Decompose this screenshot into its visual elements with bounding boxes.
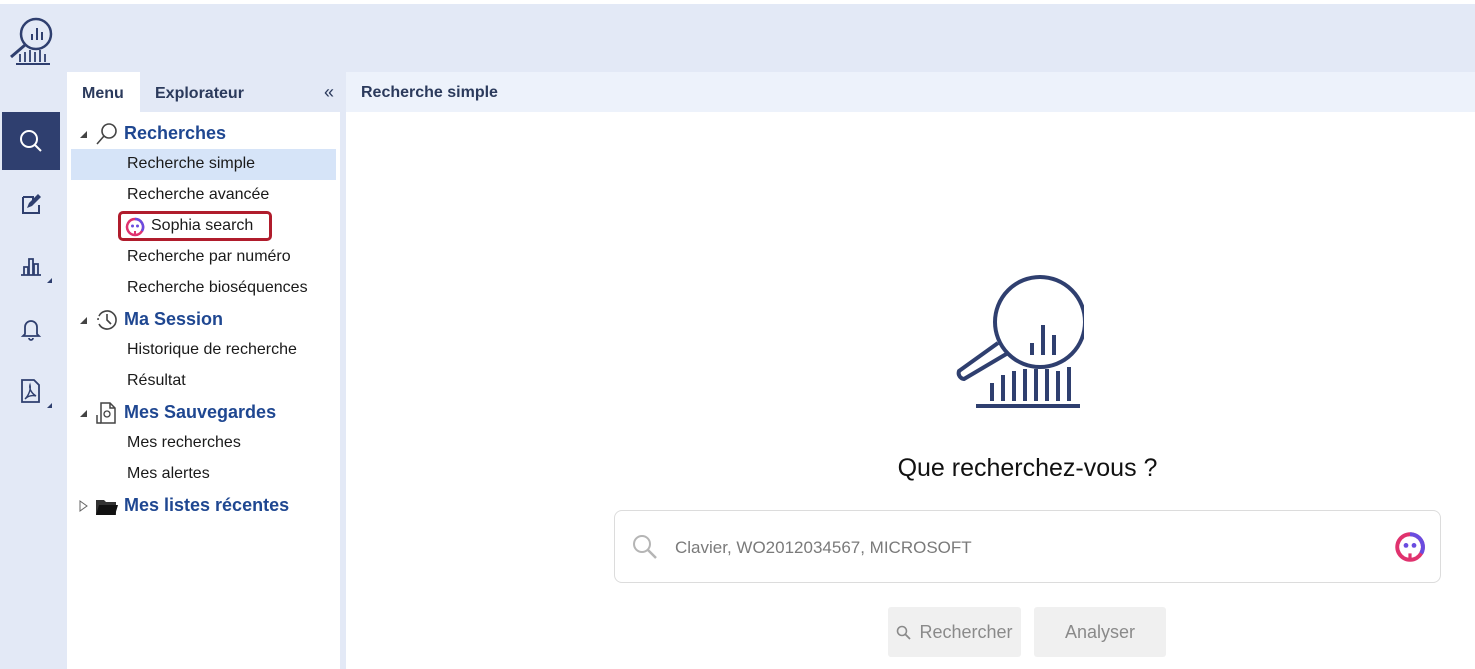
search-prompt-heading: Que recherchez-vous ? [897, 454, 1158, 482]
main-content: Recherche simple Que recherchez-vous ? C… [346, 72, 1475, 669]
menu-item-label: Sophia search [151, 217, 254, 234]
history-clock-icon [97, 310, 117, 330]
collapse-panel-button[interactable]: « [324, 82, 334, 103]
collapsed-arrow-icon[interactable] [79, 500, 88, 512]
menu-item-historique[interactable]: Historique de recherche [71, 335, 336, 366]
menu-item-label: Recherche bioséquences [127, 279, 308, 296]
folder-icon [96, 500, 118, 515]
menu-item-label: Historique de recherche [127, 341, 297, 358]
menu-item-label: Mes alertes [127, 465, 210, 482]
menu-item-recherche-biosequences[interactable]: Recherche bioséquences [71, 273, 336, 304]
menu-item-recherche-simple[interactable]: Recherche simple [71, 149, 336, 180]
menu-item-mes-recherches[interactable]: Mes recherches [71, 428, 336, 459]
edit-document-icon [22, 194, 41, 214]
sophia-icon[interactable] [1394, 531, 1426, 563]
tree-group-label: Recherches [124, 123, 227, 143]
menu-item-label: Mes recherches [127, 434, 241, 451]
tab-recherche-simple[interactable]: Recherche simple [361, 84, 498, 102]
tab-explorateur[interactable]: Explorateur [155, 72, 244, 112]
expanded-arrow-icon[interactable] [79, 130, 88, 139]
pdf-icon [21, 379, 40, 403]
tree-group-label: Mes listes récentes [124, 495, 290, 515]
saved-document-icon [96, 402, 116, 424]
menu-item-label: Recherche avancée [127, 186, 270, 203]
tab-menu[interactable]: Menu [67, 72, 140, 112]
search-icon [20, 130, 42, 152]
expanded-arrow-icon[interactable] [79, 409, 88, 418]
rail-search-button[interactable] [2, 112, 60, 170]
submenu-indicator-icon [47, 403, 52, 408]
search-icon [897, 625, 912, 640]
sophia-icon [125, 217, 145, 237]
analyse-button-label: Analyser [1064, 621, 1136, 642]
content-tab-bar: Recherche simple [346, 72, 1475, 112]
bar-chart-icon [21, 258, 41, 276]
menu-item-label: Résultat [127, 372, 186, 389]
bell-icon [20, 320, 42, 341]
submenu-indicator-icon [47, 278, 52, 283]
top-bar [0, 4, 1475, 72]
panel-tab-bar: Menu Explorateur « [67, 72, 340, 112]
search-analytics-illustration-icon [956, 275, 1084, 408]
tree-group-label: Mes Sauvegardes [124, 402, 277, 422]
left-rail [0, 72, 67, 669]
search-button[interactable]: Rechercher [888, 607, 1021, 657]
search-input[interactable] [675, 533, 1375, 563]
menu-item-mes-alertes[interactable]: Mes alertes [71, 459, 336, 490]
menu-item-recherche-par-numero[interactable]: Recherche par numéro [71, 242, 336, 273]
rail-analytics-button[interactable] [2, 237, 60, 295]
rail-pdf-button[interactable] [2, 362, 60, 420]
menu-item-label: Recherche simple [127, 155, 256, 172]
highlight-box: Sophia search [118, 211, 272, 241]
navigation-panel: Menu Explorateur « Recherches Recherche … [67, 72, 340, 669]
search-button-label: Rechercher [919, 621, 1013, 642]
menu-item-sophia-search[interactable]: Sophia search [71, 208, 336, 241]
menu-item-label: Recherche par numéro [127, 248, 291, 265]
tree-group-label: Ma Session [124, 309, 224, 329]
search-icon [96, 123, 117, 145]
rail-edit-button[interactable] [2, 175, 60, 233]
menu-item-resultat[interactable]: Résultat [71, 366, 336, 397]
app-logo-icon[interactable] [6, 14, 56, 70]
search-box [614, 510, 1441, 583]
search-icon [633, 535, 657, 559]
analyse-button[interactable]: Analyser [1034, 607, 1166, 657]
expanded-arrow-icon[interactable] [79, 316, 88, 325]
rail-alerts-button[interactable] [2, 300, 60, 358]
menu-item-recherche-avancee[interactable]: Recherche avancée [71, 180, 336, 211]
